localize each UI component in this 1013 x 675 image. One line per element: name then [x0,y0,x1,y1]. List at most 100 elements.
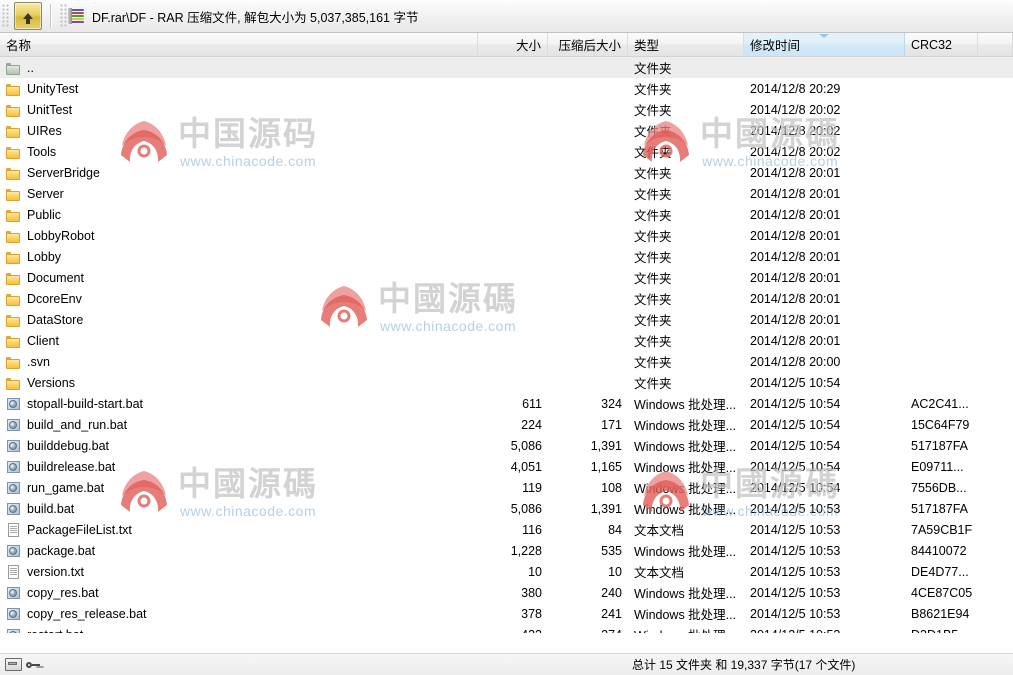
table-row[interactable]: UnityTest 文件夹 2014/12/8 20:29 [0,78,1013,99]
cell-name[interactable]: Client [0,334,478,348]
cell-name[interactable]: DataStore [0,313,478,327]
cell-crc32: 15C64F79 [911,417,970,432]
table-row[interactable]: builddebug.bat 5,086 1,391 Windows 批处理... 20… [0,435,1013,456]
cell-name[interactable]: Server [0,187,478,201]
table-row[interactable]: version.txt 10 10 文本文档 2014/12/5 10:53 DE4D77… [0,561,1013,582]
file-name-label: UnitTest [27,102,73,117]
table-row[interactable]: DcoreEnv 文件夹 2014/12/8 20:01 [0,288,1013,309]
cell-crc32: 4CE87C05 [911,585,973,600]
file-name-label: UnityTest [27,81,79,96]
cell-name[interactable]: PackageFileList.txt [0,522,478,537]
cell-name[interactable]: Lobby [0,250,478,264]
column-header-crc32[interactable]: CRC32 [905,33,978,56]
column-header-size[interactable]: 大小 [478,33,548,56]
cell-type: 文件夹 [634,314,672,328]
column-header-modified[interactable]: 修改时间 [744,33,905,56]
file-list[interactable]: 中国源码 www.chinacode.com 中國源碼 www.chinacod… [0,57,1013,633]
file-name-label: copy_res_release.bat [27,606,147,621]
file-name-label: Lobby [27,249,62,264]
cell-size: 5,086 [510,501,542,516]
cell-packed: 1,391 [590,501,622,516]
cell-name[interactable]: run_game.bat [0,481,478,495]
cell-name[interactable]: .svn [0,355,478,369]
cell-name[interactable]: DcoreEnv [0,292,478,306]
cell-name[interactable]: build_and_run.bat [0,418,478,432]
cell-type: Windows 批处理... [634,461,737,475]
table-row[interactable]: build_and_run.bat 224 171 Windows 批处理... 201… [0,414,1013,435]
cell-name[interactable]: buildrelease.bat [0,460,478,474]
table-row[interactable]: copy_res_release.bat 378 241 Windows 批处理...… [0,603,1013,624]
cell-name[interactable]: ServerBridge [0,166,478,180]
cell-modified: 2014/12/5 10:54 [750,396,841,411]
table-row[interactable]: Tools 文件夹 2014/12/8 20:02 [0,141,1013,162]
up-one-level-button[interactable] [14,2,42,30]
bat-file-icon [6,586,22,600]
table-row[interactable]: Server 文件夹 2014/12/8 20:01 [0,183,1013,204]
toolbar-separator [50,4,52,28]
cell-name[interactable]: UnityTest [0,82,478,96]
titlebar-grip[interactable] [60,4,67,28]
parent-directory-row[interactable]: .. 文件夹 [0,57,1013,78]
table-row[interactable]: Public 文件夹 2014/12/8 20:01 [0,204,1013,225]
cell-type: Windows 批处理... [634,398,737,412]
bat-file-icon [6,418,22,432]
cell-name[interactable]: copy_res.bat [0,586,478,600]
table-row[interactable]: package.bat 1,228 535 Windows 批处理... 2014/12… [0,540,1013,561]
bat-file-icon [6,544,22,558]
cell-modified: 2014/12/8 20:29 [750,81,841,96]
cell-name[interactable]: UnitTest [0,103,478,117]
cell-type: 文件夹 [634,377,672,391]
cell-name[interactable]: package.bat [0,544,478,558]
cell-size: 116 [522,522,542,537]
column-header-type[interactable]: 类型 [628,33,744,56]
cell-type: 文件夹 [634,251,672,265]
bat-file-icon [6,460,22,474]
column-header-row: 名称 大小 压缩后大小 类型 修改时间 CRC32 [0,33,1013,57]
folder-icon [6,271,22,285]
column-header-name[interactable]: 名称 [0,33,478,56]
folder-icon [6,376,22,390]
cell-name[interactable]: copy_res_release.bat [0,607,478,621]
table-row[interactable]: UIRes 文件夹 2014/12/8 20:02 [0,120,1013,141]
table-row[interactable]: DataStore 文件夹 2014/12/8 20:01 [0,309,1013,330]
table-row[interactable]: Versions 文件夹 2014/12/5 10:54 [0,372,1013,393]
table-row[interactable]: run_game.bat 119 108 Windows 批处理... 2014/12/… [0,477,1013,498]
toolbar-grip[interactable] [2,4,9,28]
cell-name[interactable]: UIRes [0,124,478,138]
cell-name[interactable]: Tools [0,145,478,159]
cell-name[interactable]: Public [0,208,478,222]
table-row[interactable]: copy_res.bat 380 240 Windows 批处理... 2014/12/… [0,582,1013,603]
cell-name[interactable]: build.bat [0,502,478,516]
table-row[interactable]: Document 文件夹 2014/12/8 20:01 [0,267,1013,288]
table-row[interactable]: Lobby 文件夹 2014/12/8 20:01 [0,246,1013,267]
cell-name[interactable]: LobbyRobot [0,229,478,243]
table-row[interactable]: UnitTest 文件夹 2014/12/8 20:02 [0,99,1013,120]
up-arrow-icon [23,13,33,24]
file-name-label: .. [27,60,34,75]
cell-name[interactable]: Document [0,271,478,285]
table-row[interactable]: PackageFileList.txt 116 84 文本文档 2014/12/5 10… [0,519,1013,540]
column-header-packed[interactable]: 压缩后大小 [548,33,628,56]
table-row[interactable]: buildrelease.bat 4,051 1,165 Windows 批处理...… [0,456,1013,477]
table-row[interactable]: Client 文件夹 2014/12/8 20:01 [0,330,1013,351]
table-row[interactable]: LobbyRobot 文件夹 2014/12/8 20:01 [0,225,1013,246]
cell-name[interactable]: .. [0,61,478,75]
cell-modified: 2014/12/8 20:01 [750,207,841,222]
file-name-label: DataStore [27,312,84,327]
cell-name[interactable]: version.txt [0,564,478,579]
file-name-label: Document [27,270,84,285]
folder-icon [6,208,22,222]
table-row[interactable]: stopall-build-start.bat 611 324 Windows 批处理… [0,393,1013,414]
cell-name[interactable]: Versions [0,376,478,390]
table-row[interactable]: restart.bat 432274Windows 批处理...2014/12/5… [0,624,1013,633]
table-row[interactable]: .svn 文件夹 2014/12/8 20:00 [0,351,1013,372]
cell-name[interactable]: stopall-build-start.bat [0,397,478,411]
cell-name[interactable]: restart.bat [0,628,478,633]
table-row[interactable]: build.bat 5,086 1,391 Windows 批处理... 2014/12… [0,498,1013,519]
table-row[interactable]: ServerBridge 文件夹 2014/12/8 20:01 [0,162,1013,183]
cell-size: 432 [478,628,548,634]
file-name-label: Versions [27,375,75,390]
cell-modified: 2014/12/8 20:01 [750,186,841,201]
cell-name[interactable]: builddebug.bat [0,439,478,453]
cell-type: 文件夹 [634,335,672,349]
